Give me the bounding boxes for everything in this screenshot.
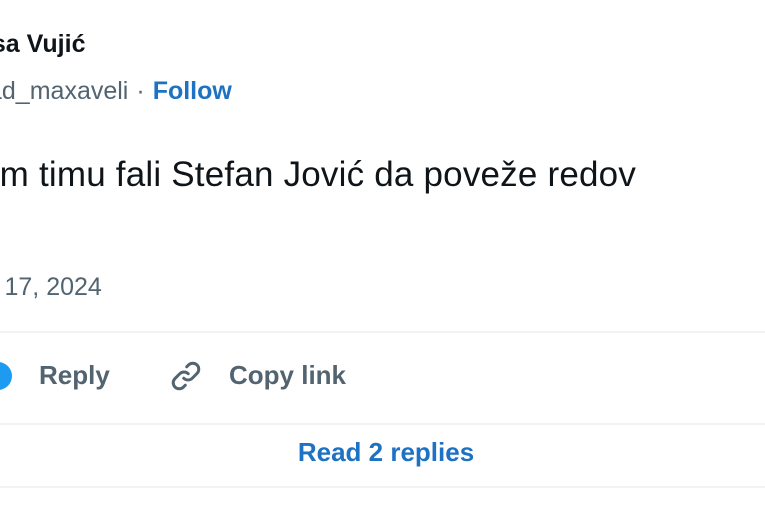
separator-dot: · <box>136 77 145 105</box>
copy-link-button[interactable]: Copy link <box>229 360 346 391</box>
divider <box>0 486 765 488</box>
follow-button[interactable]: Follow <box>153 77 232 106</box>
tweet-timestamp[interactable]: l 17, 2024 <box>0 273 102 302</box>
read-replies-link[interactable]: Read 2 replies <box>0 437 765 468</box>
tweet-text: om timu fali Stefan Jović da poveže redo… <box>0 155 637 194</box>
divider <box>0 423 765 425</box>
author-name[interactable]: ksa Vujić <box>0 30 85 59</box>
link-icon[interactable] <box>168 358 204 394</box>
heart-icon[interactable] <box>0 360 14 392</box>
divider <box>0 331 765 333</box>
tweet-embed: ksa Vujić ad_maxaveli · Follow om timu f… <box>0 0 765 510</box>
reply-button[interactable]: Reply <box>39 360 110 391</box>
author-handle[interactable]: ad_maxaveli <box>0 77 128 106</box>
action-bar: Reply Copy link <box>0 340 765 412</box>
author-handle-row: ad_maxaveli · Follow <box>0 77 232 106</box>
